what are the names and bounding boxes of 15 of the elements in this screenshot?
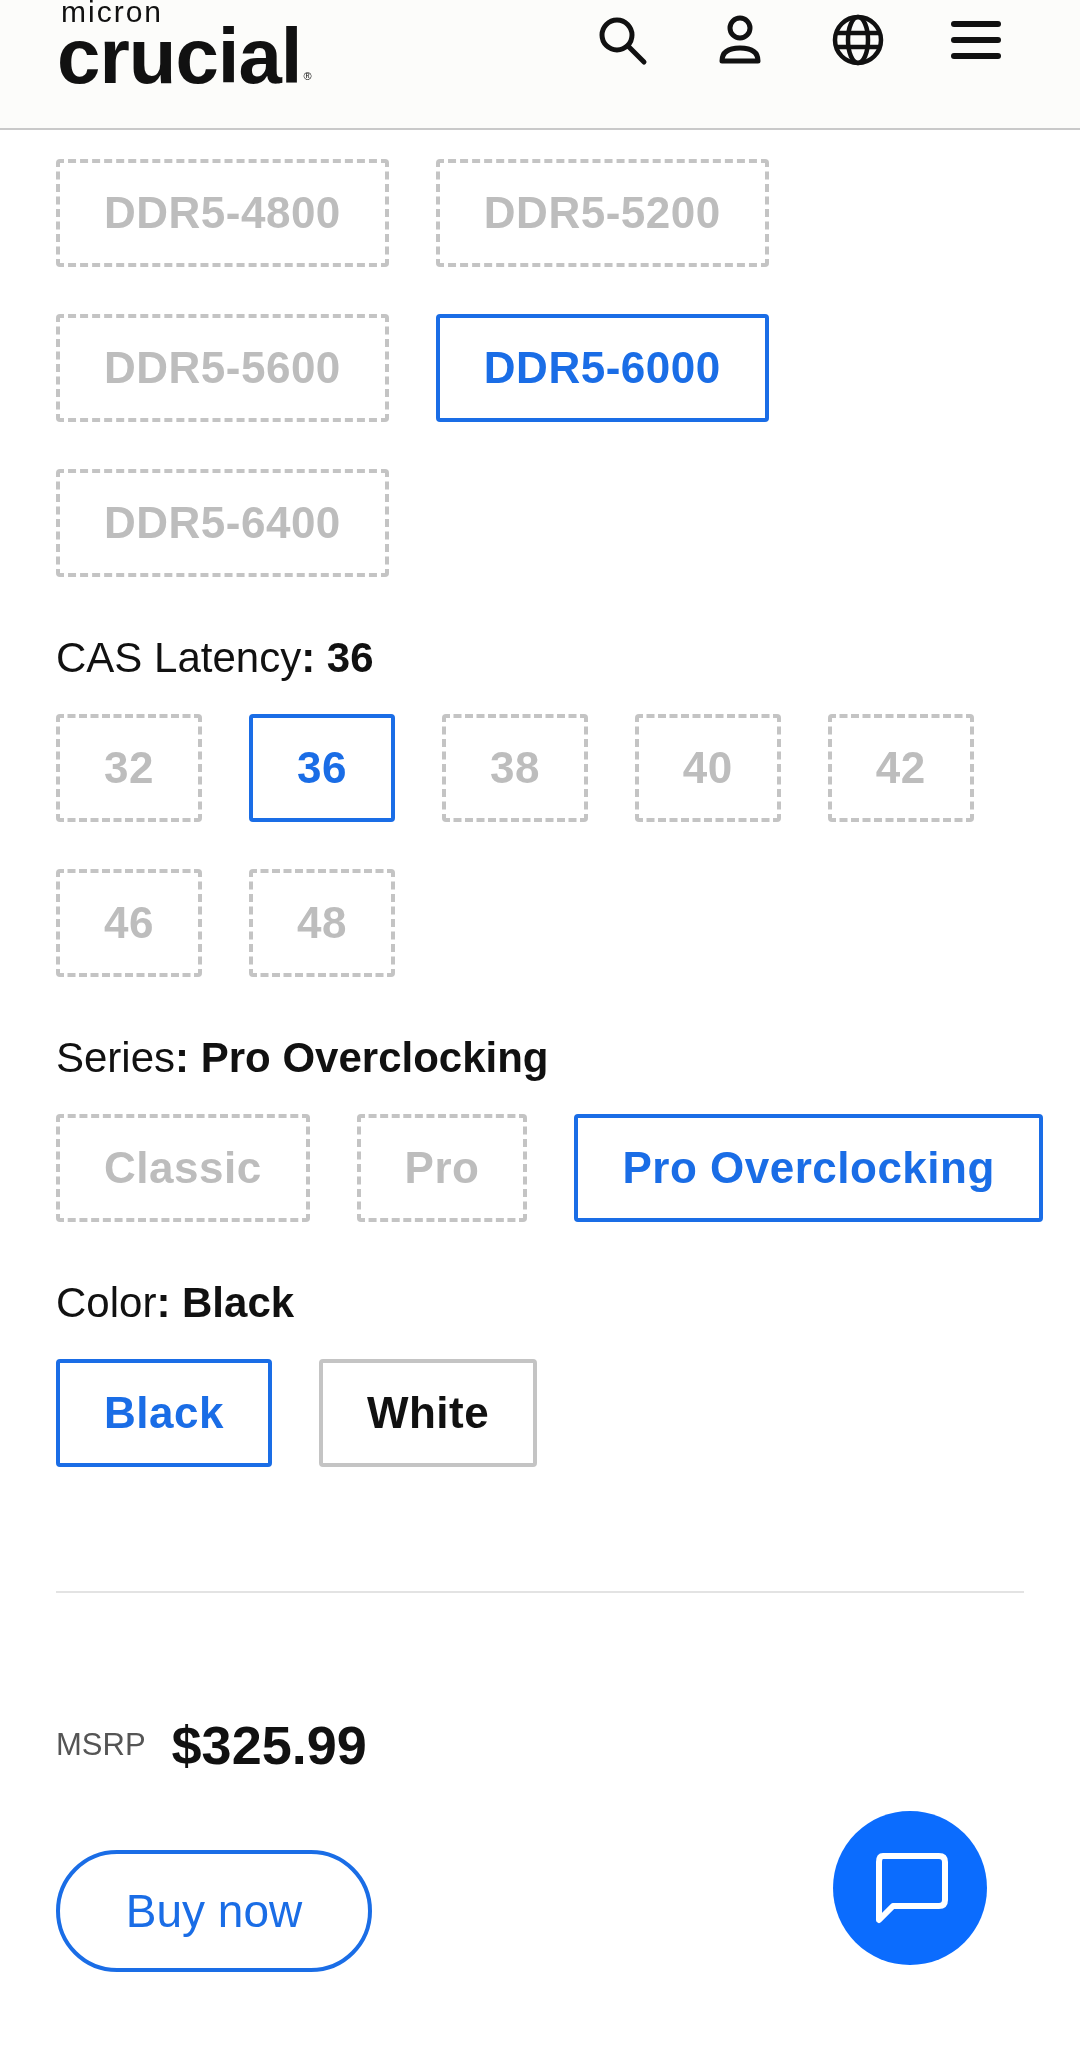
price: $325.99 — [171, 1714, 367, 1777]
option-button[interactable]: Pro Overclocking — [574, 1114, 1043, 1222]
option-label: CAS Latency: 36 — [56, 633, 374, 683]
option-button[interactable]: 36 — [248, 714, 395, 822]
logo-wordmark: crucial — [57, 24, 302, 88]
globe-icon[interactable] — [832, 14, 884, 66]
option-button[interactable]: White — [318, 1359, 538, 1467]
option-button[interactable]: Black — [56, 1359, 272, 1467]
option-label: Color: Black — [56, 1278, 295, 1328]
msrp-label: MSRP — [56, 1727, 146, 1763]
logo-small-text: micron — [61, 0, 163, 24]
buy-now-button[interactable]: Buy now — [56, 1850, 372, 1972]
option-button[interactable]: DDR5-6000 — [435, 314, 769, 422]
option-label: Series: Pro Overclocking — [56, 1033, 549, 1083]
registered-mark: ® — [303, 71, 312, 82]
